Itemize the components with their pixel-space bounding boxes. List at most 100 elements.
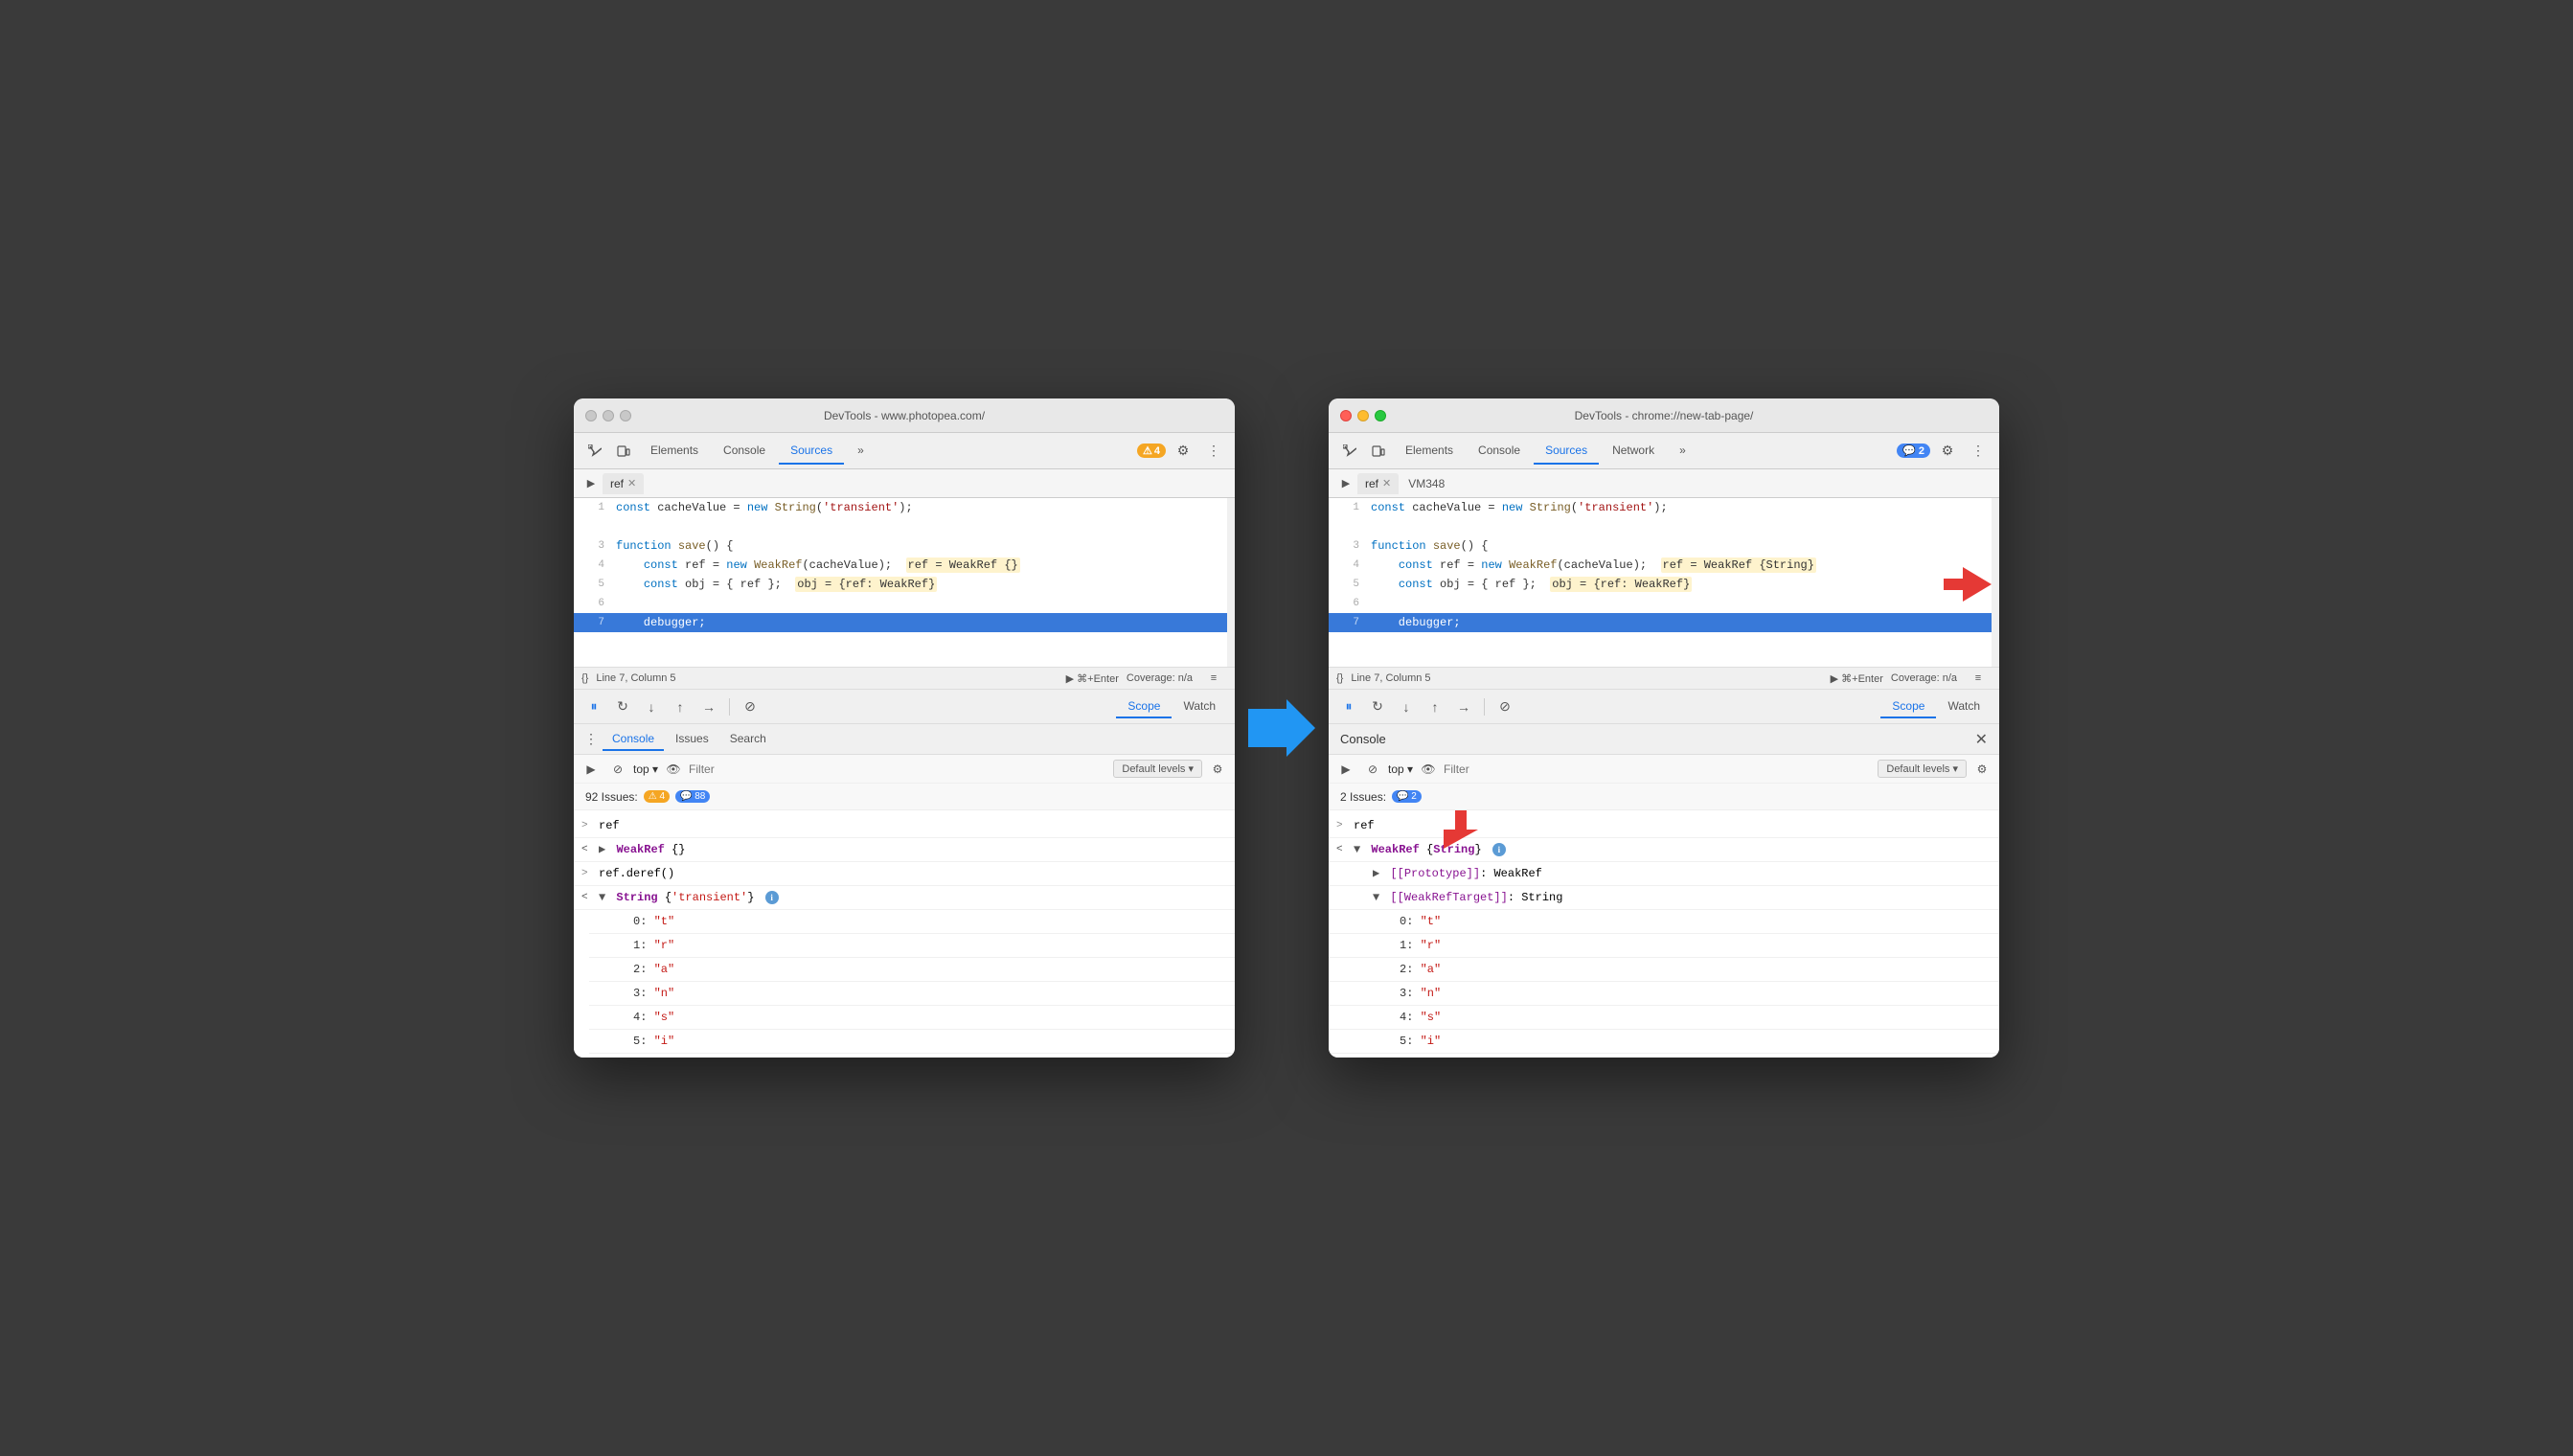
left-code-main: 1 const cacheValue = new String('transie… xyxy=(574,498,1227,667)
settings-icon-right[interactable]: ⚙ xyxy=(1934,438,1961,465)
tab-sources-right[interactable]: Sources xyxy=(1534,438,1599,465)
tab-console-right[interactable]: Console xyxy=(1467,438,1532,465)
inspect-icon[interactable] xyxy=(581,438,608,465)
settings-icon-left[interactable]: ⚙ xyxy=(1170,438,1196,465)
default-levels-btn-left[interactable]: Default levels ▾ xyxy=(1113,760,1202,778)
tab-console-left[interactable]: Console xyxy=(712,438,777,465)
red-arrow-top xyxy=(1944,567,1992,608)
more-icon-left[interactable]: ⋮ xyxy=(1200,438,1227,465)
right-status-icon[interactable]: ≡ xyxy=(1965,665,1992,692)
dbg-pause-btn-right[interactable]: ⏸ xyxy=(1336,694,1361,719)
red-arrow-bottom xyxy=(1444,810,1478,852)
right-console-line-7: 2: "a" xyxy=(1329,958,1999,982)
console-eye-icon-left[interactable]: 👁 xyxy=(662,758,685,781)
right-status-braces: {} xyxy=(1336,672,1343,684)
minimize-button-right[interactable] xyxy=(1357,410,1369,421)
right-run-cmd: ▶ ⌘+Enter xyxy=(1831,672,1883,685)
dbg-step-over-btn-left[interactable]: ↻ xyxy=(610,694,635,719)
dbg-step-out-btn-right[interactable]: ↑ xyxy=(1423,694,1447,719)
console-line-9: 4: "s" xyxy=(589,1006,1235,1030)
code-line-1: 1 const cacheValue = new String('transie… xyxy=(574,498,1227,517)
tab-elements-right[interactable]: Elements xyxy=(1394,438,1465,465)
left-scrollbar[interactable] xyxy=(1227,498,1235,667)
maximize-button-left[interactable] xyxy=(620,410,631,421)
file-tab-ref-label: ref xyxy=(610,477,624,490)
traffic-lights-right xyxy=(1340,410,1386,421)
dbg-divider-right xyxy=(1484,698,1485,716)
left-status-icon[interactable]: ≡ xyxy=(1200,665,1227,692)
console-line-7: 2: "a" xyxy=(589,958,1235,982)
console-clear-icon-right[interactable]: ⊘ xyxy=(1361,758,1384,781)
issues-badge-orange-left: ⚠ 4 xyxy=(644,790,670,803)
tab-more-left[interactable]: » xyxy=(846,438,876,465)
console-run-icon-right[interactable]: ▶ xyxy=(1334,758,1357,781)
maximize-button-right[interactable] xyxy=(1375,410,1386,421)
right-console-line-3: ▶ [[Prototype]]: WeakRef xyxy=(1329,862,1999,886)
run-icon-right[interactable]: ▶ xyxy=(1336,474,1355,493)
inspect-icon-right[interactable] xyxy=(1336,438,1363,465)
left-line-col: Line 7, Column 5 xyxy=(596,672,675,684)
scope-tab-watch-left[interactable]: Watch xyxy=(1172,695,1227,718)
left-debugger-toolbar: ⏸ ↻ ↓ ↑ → ⊘ Scope Watch xyxy=(574,690,1235,724)
default-levels-btn-right[interactable]: Default levels ▾ xyxy=(1878,760,1967,778)
console-clear-icon-left[interactable]: ⊘ xyxy=(606,758,629,781)
device-icon[interactable] xyxy=(610,438,637,465)
left-status-braces: {} xyxy=(581,672,588,684)
console-eye-icon-right[interactable]: 👁 xyxy=(1417,758,1440,781)
right-scrollbar[interactable] xyxy=(1992,498,1999,667)
badge-right: 💬 2 xyxy=(1897,444,1930,458)
right-bottom-section: Console ✕ ▶ ⊘ top ▾ 👁 Default levels ▾ ⚙… xyxy=(1329,724,1999,1058)
console-settings-icon-right[interactable]: ⚙ xyxy=(1970,758,1993,781)
left-code-lines: 1 const cacheValue = new String('transie… xyxy=(574,498,1227,632)
bottom-dots-left[interactable]: ⋮ xyxy=(581,730,601,749)
more-icon-right[interactable]: ⋮ xyxy=(1965,438,1992,465)
dbg-deactivate-btn-right[interactable]: ⊘ xyxy=(1492,694,1517,719)
dbg-step-over-btn-right[interactable]: ↻ xyxy=(1365,694,1390,719)
run-icon-left[interactable]: ▶ xyxy=(581,474,601,493)
dbg-step-into-btn-right[interactable]: ↓ xyxy=(1394,694,1419,719)
dbg-step-into-btn-left[interactable]: ↓ xyxy=(639,694,664,719)
scope-tab-scope-left[interactable]: Scope xyxy=(1116,695,1172,718)
dbg-step-btn-right[interactable]: → xyxy=(1451,694,1476,719)
issues-text-right: 2 Issues: xyxy=(1340,790,1386,804)
filter-input-left[interactable] xyxy=(689,762,1109,776)
dbg-pause-btn-left[interactable]: ⏸ xyxy=(581,694,606,719)
file-tab-close-left[interactable]: ✕ xyxy=(627,477,636,489)
dbg-step-btn-left[interactable]: → xyxy=(696,694,721,719)
bottom-tab-search-left[interactable]: Search xyxy=(720,728,776,751)
left-titlebar: DevTools - www.photopea.com/ xyxy=(574,398,1235,433)
left-scope-tabs: Scope Watch xyxy=(1116,695,1227,718)
close-button-left[interactable] xyxy=(585,410,597,421)
file-tab-ref-left[interactable]: ref ✕ xyxy=(603,473,644,494)
bottom-tab-console-left[interactable]: Console xyxy=(603,728,664,751)
minimize-button-left[interactable] xyxy=(603,410,614,421)
console-settings-icon-left[interactable]: ⚙ xyxy=(1206,758,1229,781)
console-run-icon-left[interactable]: ▶ xyxy=(580,758,603,781)
dbg-deactivate-btn-left[interactable]: ⊘ xyxy=(738,694,763,719)
dbg-step-out-btn-left[interactable]: ↑ xyxy=(668,694,693,719)
device-icon-right[interactable] xyxy=(1365,438,1392,465)
right-console-close[interactable]: ✕ xyxy=(1975,730,1988,749)
close-button-right[interactable] xyxy=(1340,410,1352,421)
left-devtools-tabs: Elements Console Sources » ⚠4 ⚙ ⋮ xyxy=(574,433,1235,469)
right-console-output: > ref < ▼ WeakRef {String} i ▶ [[Prototy… xyxy=(1329,810,1999,1058)
tab-sources-left[interactable]: Sources xyxy=(779,438,844,465)
code-line-2 xyxy=(574,517,1227,536)
file-tab-vm348[interactable]: VM348 xyxy=(1400,473,1452,494)
left-console-filter-bar: ▶ ⊘ top ▾ 👁 Default levels ▾ ⚙ xyxy=(574,755,1235,784)
tab-elements-left[interactable]: Elements xyxy=(639,438,710,465)
blue-arrow-graphic xyxy=(1248,699,1315,757)
top-label-left: top ▾ xyxy=(633,762,658,776)
scope-tab-scope-right[interactable]: Scope xyxy=(1880,695,1936,718)
tab-network-right[interactable]: Network xyxy=(1601,438,1666,465)
bottom-tab-issues-left[interactable]: Issues xyxy=(666,728,718,751)
filter-input-right[interactable] xyxy=(1444,762,1874,776)
left-code-area: 1 const cacheValue = new String('transie… xyxy=(574,498,1235,667)
right-code-area: 1 const cacheValue = new String('transie… xyxy=(1329,498,1999,667)
file-tab-close-right[interactable]: ✕ xyxy=(1382,477,1391,489)
file-tab-ref-right[interactable]: ref ✕ xyxy=(1357,473,1399,494)
scope-tab-watch-right[interactable]: Watch xyxy=(1936,695,1992,718)
left-bottom-section: ⋮ Console Issues Search ▶ ⊘ top ▾ 👁 Defa… xyxy=(574,724,1235,1058)
left-run-cmd: ▶ ⌘+Enter xyxy=(1066,672,1119,685)
tab-more-right[interactable]: » xyxy=(1668,438,1697,465)
